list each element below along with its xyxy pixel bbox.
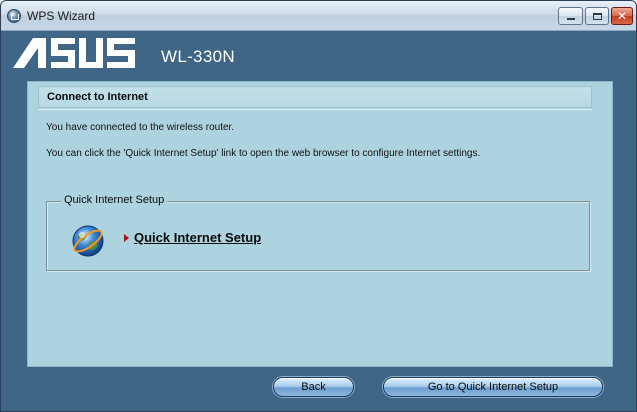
quick-setup-group: Quick Internet Setup Quick Internet Setu…: [46, 194, 590, 271]
group-legend: Quick Internet Setup: [61, 194, 168, 206]
section-divider: [38, 109, 592, 110]
section-header: Connect to Internet: [38, 86, 592, 108]
content-panel: Connect to Internet You have connected t…: [27, 81, 613, 367]
model-name: WL-330N: [161, 47, 235, 66]
play-arrow-icon: [124, 234, 129, 242]
maximize-button[interactable]: [585, 7, 609, 25]
minimize-icon: [566, 18, 575, 20]
section-title: Connect to Internet: [47, 91, 148, 103]
brand-header: WL-330N: [1, 32, 636, 74]
go-to-quick-internet-setup-button[interactable]: Go to Quick Internet Setup: [383, 377, 603, 397]
quick-internet-setup-link[interactable]: Quick Internet Setup: [134, 230, 261, 245]
window-title: WPS Wizard: [27, 9, 96, 23]
maximize-icon: [592, 12, 602, 20]
wps-wizard-window: WPS Wizard ✕ WL-330N Connect to Internet: [0, 0, 637, 412]
close-icon: ✕: [616, 9, 628, 23]
instruction-message: You can click the 'Quick Internet Setup'…: [46, 148, 481, 159]
globe-icon[interactable]: [71, 224, 105, 258]
back-button[interactable]: Back: [273, 377, 354, 397]
close-button[interactable]: ✕: [611, 7, 633, 25]
asus-logo: [13, 38, 135, 68]
title-bar[interactable]: WPS Wizard ✕: [1, 1, 636, 31]
router-app-icon: [7, 9, 21, 23]
minimize-button[interactable]: [558, 7, 583, 25]
connected-message: You have connected to the wireless route…: [46, 122, 235, 133]
